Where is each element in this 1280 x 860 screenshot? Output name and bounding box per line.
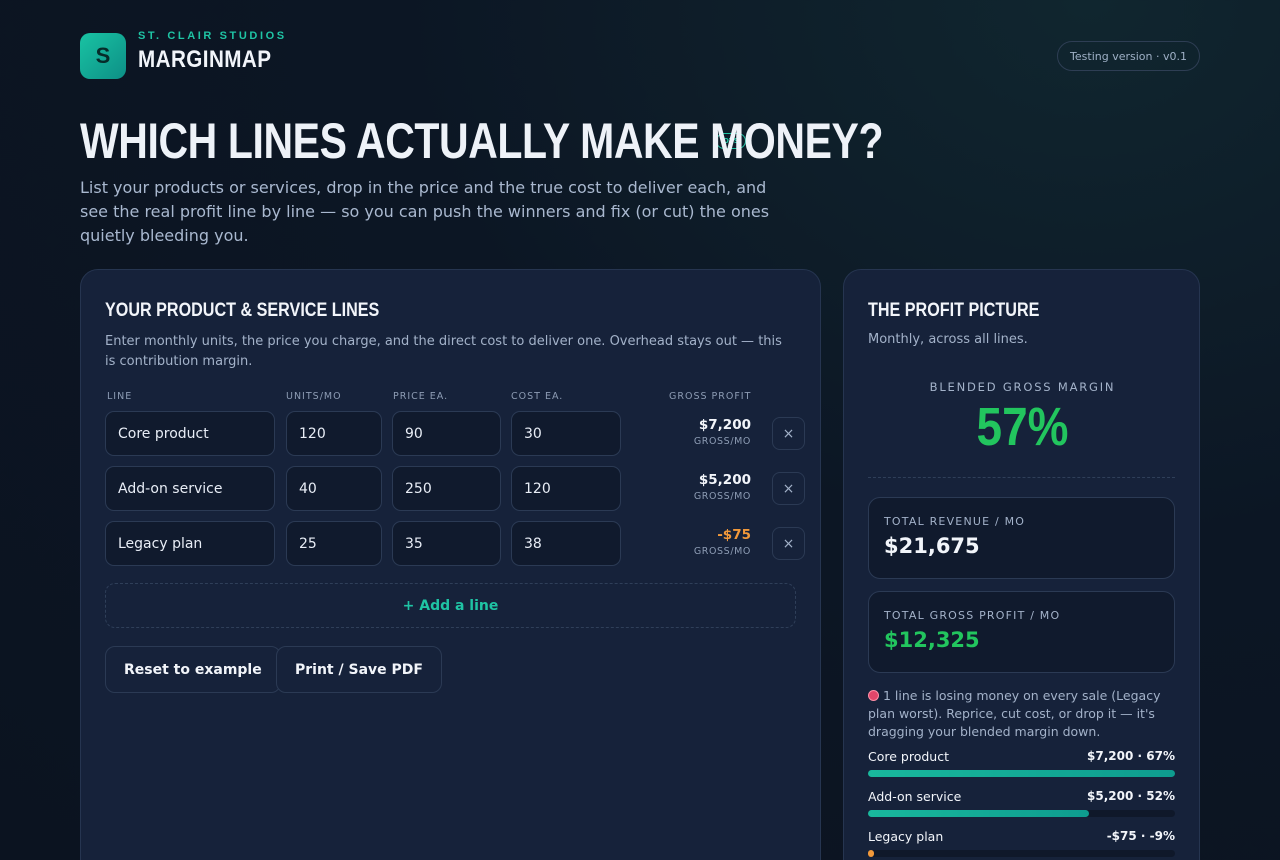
margin-bar-meta: $7,200 · 67% — [1087, 749, 1175, 763]
units-input[interactable]: 25 — [286, 521, 382, 566]
margin-bar-meta: -$75 · -9% — [1106, 829, 1175, 843]
version-badge: Testing version · v0.1 — [1057, 41, 1200, 71]
profit-panel-title: THE PROFIT PICTURE — [868, 300, 1040, 321]
column-header-profit: GROSS PROFIT — [669, 391, 752, 402]
gross-profit-cell: -$75 GROSS/MO — [694, 527, 751, 557]
column-header-line: LINE — [107, 391, 133, 402]
app-name: MARGINMAP — [138, 46, 272, 73]
total-revenue-card: TOTAL REVENUE / MO $21,675 — [868, 497, 1175, 579]
headline-row: WHICH LINES ACTUALLY MAKE MONEY? OTS — [80, 112, 884, 170]
margin-bar-fill — [868, 770, 1175, 777]
table-row: Legacy plan 25 35 38 -$75 GROSS/MO × — [105, 521, 805, 567]
table-row: Add-on service 40 250 120 $5,200 GROSS/M… — [105, 466, 805, 512]
margin-bar-track — [868, 850, 1175, 857]
units-input[interactable]: 120 — [286, 411, 382, 456]
price-input[interactable]: 90 — [392, 411, 501, 456]
column-header-units: UNITS/MO — [286, 391, 342, 402]
price-input[interactable]: 250 — [392, 466, 501, 511]
loss-warning-text: 1 line is losing money on every sale (Le… — [868, 688, 1161, 739]
line-name-input[interactable]: Core product — [105, 411, 275, 456]
margin-bar-name: Add-on service — [868, 789, 962, 804]
gross-profit-unit: GROSS/MO — [693, 491, 751, 502]
gross-profit-unit: GROSS/MO — [693, 546, 751, 557]
gross-profit-unit: GROSS/MO — [693, 436, 751, 447]
profit-panel: THE PROFIT PICTURE Monthly, across all l… — [843, 269, 1200, 860]
line-name-input[interactable]: Legacy plan — [105, 521, 275, 566]
gross-profit-cell: $7,200 GROSS/MO — [694, 417, 751, 447]
remove-line-button[interactable]: × — [772, 417, 805, 450]
profit-panel-subtitle: Monthly, across all lines. — [868, 332, 1028, 347]
total-gross-card: TOTAL GROSS PROFIT / MO $12,325 — [868, 591, 1175, 673]
blended-margin-value: 57% — [976, 397, 1069, 457]
print-button[interactable]: Print / Save PDF — [276, 646, 442, 693]
gross-profit-value: $7,200 — [698, 417, 751, 433]
intro-text: List your products or services, drop in … — [80, 178, 770, 245]
gross-profit-value: -$75 — [717, 527, 751, 543]
brand: S ST. CLAIR STUDIOS MARGINMAP — [80, 30, 293, 79]
margin-bar-track — [868, 770, 1175, 777]
lines-panel-title: YOUR PRODUCT & SERVICE LINES — [105, 300, 380, 321]
cost-input[interactable]: 30 — [511, 411, 621, 456]
margin-bar-track — [868, 810, 1175, 817]
cost-input[interactable]: 120 — [511, 466, 621, 511]
column-header-cost: COST EA. — [511, 391, 564, 402]
total-gross-value: $12,325 — [884, 628, 980, 652]
remove-line-button[interactable]: × — [772, 527, 805, 560]
cost-input[interactable]: 38 — [511, 521, 621, 566]
page-title: WHICH LINES ACTUALLY MAKE MONEY? — [80, 113, 884, 169]
margin-bar-meta: $5,200 · 52% — [1087, 789, 1175, 803]
column-header-price: PRICE EA. — [393, 391, 449, 402]
studio-name: ST. CLAIR STUDIOS — [138, 30, 287, 42]
blended-margin-label: BLENDED GROSS MARGIN — [929, 380, 1116, 394]
loss-warning: 1 line is losing money on every sale (Le… — [868, 687, 1168, 741]
price-input[interactable]: 35 — [392, 521, 501, 566]
table-row: Core product 120 90 30 $7,200 GROSS/MO × — [105, 411, 805, 457]
lines-panel-subtitle: Enter monthly units, the price you charg… — [105, 334, 782, 369]
margin-bar-name: Legacy plan — [868, 829, 944, 844]
lines-panel: YOUR PRODUCT & SERVICE LINES Enter month… — [80, 269, 821, 860]
margin-bar-fill — [868, 850, 874, 857]
warning-dot-icon — [868, 690, 879, 701]
total-revenue-value: $21,675 — [884, 534, 980, 558]
units-input[interactable]: 40 — [286, 466, 382, 511]
margin-bar-fill — [868, 810, 1090, 817]
divider — [868, 477, 1175, 478]
reset-button[interactable]: Reset to example — [105, 646, 281, 693]
gross-profit-cell: $5,200 GROSS/MO — [694, 472, 751, 502]
total-revenue-label: TOTAL REVENUE / MO — [884, 515, 1026, 528]
line-name-input[interactable]: Add-on service — [105, 466, 275, 511]
margin-bar-name: Core product — [868, 749, 949, 764]
add-line-button[interactable]: + Add a line — [105, 583, 796, 628]
remove-line-button[interactable]: × — [772, 472, 805, 505]
gross-profit-value: $5,200 — [698, 472, 751, 488]
brand-text: ST. CLAIR STUDIOS MARGINMAP — [138, 30, 293, 74]
logo-icon: S — [80, 33, 126, 79]
total-gross-label: TOTAL GROSS PROFIT / MO — [884, 609, 1061, 622]
